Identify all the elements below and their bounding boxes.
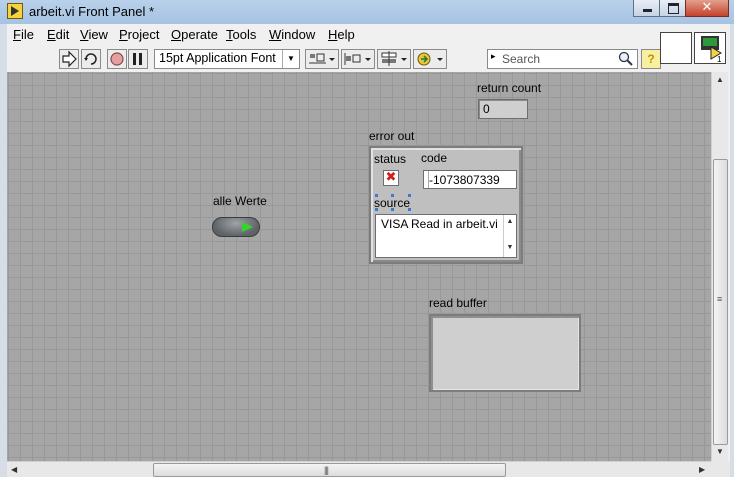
run-arrow-icon (62, 50, 77, 68)
scroll-down-icon[interactable]: ▼ (716, 448, 724, 456)
read-buffer-indicator[interactable] (429, 314, 581, 392)
front-panel-canvas[interactable]: return count 0 error out status code ✖ -… (7, 72, 711, 461)
distribute-objects-button[interactable] (341, 49, 375, 69)
text-settings-dropdown[interactable]: 15pt Application Font ▼ (154, 49, 300, 69)
search-box: ▸ (487, 49, 638, 69)
toolbar: 15pt Application Font ▼ ▸ ? 1 (7, 32, 730, 72)
search-input[interactable] (502, 51, 612, 66)
return-count-label: return count (477, 81, 542, 95)
scroll-left-icon[interactable]: ◀ (11, 466, 17, 474)
reorder-icon (417, 52, 443, 66)
search-scope-icon[interactable]: ▸ (491, 51, 496, 62)
horizontal-scrollbar[interactable]: ◀ ||| ▶ (7, 461, 711, 477)
menu-project[interactable]: Project (119, 27, 159, 42)
source-scrollbar[interactable]: ▲ ▼ (503, 215, 516, 257)
code-increment-icon (424, 171, 429, 188)
svg-text:1: 1 (717, 55, 722, 63)
source-indicator[interactable]: VISA Read in arbeit.vi ▲ ▼ (375, 214, 517, 258)
run-button[interactable] (59, 49, 79, 69)
error-out-cluster[interactable]: status code ✖ -1073807339 source VISA Re… (369, 146, 523, 264)
vertical-scrollbar[interactable]: ▲ ≡ ▼ (711, 72, 728, 461)
code-indicator[interactable]: -1073807339 (423, 170, 517, 189)
code-label: code (421, 151, 448, 165)
selection-handle[interactable] (391, 194, 394, 197)
reorder-button[interactable] (413, 49, 447, 69)
align-objects-icon (309, 53, 335, 64)
code-value: -1073807339 (429, 173, 500, 187)
resize-objects-button[interactable] (377, 49, 411, 69)
grip-icon: ||| (324, 465, 329, 475)
title-bar: arbeit.vi Front Panel * ✕ (0, 0, 734, 24)
abort-button[interactable] (107, 49, 127, 69)
selection-handle[interactable] (375, 208, 378, 211)
alle-werte-led[interactable] (212, 217, 260, 237)
maximize-button[interactable] (659, 0, 686, 17)
grip-icon: ≡ (717, 294, 722, 304)
connector-pane-icon: 1 (701, 36, 722, 64)
connector-pane[interactable]: 1 (694, 32, 726, 64)
context-help-button[interactable]: ? (641, 49, 661, 69)
labview-vi-icon[interactable] (7, 3, 23, 19)
horizontal-scroll-thumb[interactable]: ||| (153, 463, 506, 477)
menu-window[interactable]: Window (269, 27, 315, 42)
chevron-down-icon: ▼ (282, 50, 299, 68)
selection-handle[interactable] (375, 194, 378, 197)
read-buffer-label: read buffer (429, 296, 487, 310)
source-value: VISA Read in arbeit.vi (381, 217, 498, 231)
selection-handle[interactable] (408, 208, 411, 211)
close-icon: ✕ (701, 0, 713, 15)
menu-view[interactable]: View (80, 27, 108, 42)
menu-help[interactable]: Help (328, 27, 355, 42)
close-button[interactable]: ✕ (685, 0, 729, 17)
font-name: 15pt Application Font (159, 51, 276, 65)
minimize-button[interactable] (633, 0, 660, 17)
error-out-label: error out (369, 129, 415, 143)
window-title: arbeit.vi Front Panel * (29, 4, 155, 19)
menu-file[interactable]: File (13, 27, 34, 42)
maximize-icon (668, 3, 679, 14)
abort-icon (110, 52, 124, 66)
alle-werte-label: alle Werte (213, 194, 267, 208)
minimize-icon (643, 9, 652, 12)
window-controls: ✕ (633, 0, 729, 18)
run-continuously-icon (84, 53, 97, 65)
vi-icon-editor[interactable] (660, 32, 692, 64)
distribute-objects-icon (344, 53, 371, 65)
scroll-up-icon[interactable]: ▲ (716, 76, 724, 84)
resize-objects-icon (381, 51, 407, 66)
vertical-scroll-thumb[interactable]: ≡ (713, 159, 728, 445)
status-error-icon[interactable]: ✖ (383, 170, 399, 186)
menu-tools[interactable]: Tools (226, 27, 256, 42)
scroll-right-icon[interactable]: ▶ (699, 466, 705, 474)
selection-handle[interactable] (408, 194, 411, 197)
menu-bar: File Edit View Project Operate Tools Win… (7, 24, 730, 46)
selection-handle[interactable] (391, 208, 394, 211)
play-arrow-icon (242, 222, 253, 232)
scroll-down-icon[interactable]: ▼ (507, 244, 514, 251)
menu-edit[interactable]: Edit (47, 27, 69, 42)
align-objects-button[interactable] (305, 49, 339, 69)
search-icon[interactable] (618, 51, 634, 67)
status-label: status (374, 152, 407, 166)
menu-operate[interactable]: Operate (171, 27, 218, 42)
scrollbar-corner (711, 461, 730, 477)
scroll-up-icon[interactable]: ▲ (507, 218, 514, 225)
pause-button[interactable] (128, 49, 148, 69)
run-continuously-button[interactable] (81, 49, 101, 69)
return-count-indicator[interactable]: 0 (478, 99, 528, 119)
pause-icon (133, 53, 142, 65)
